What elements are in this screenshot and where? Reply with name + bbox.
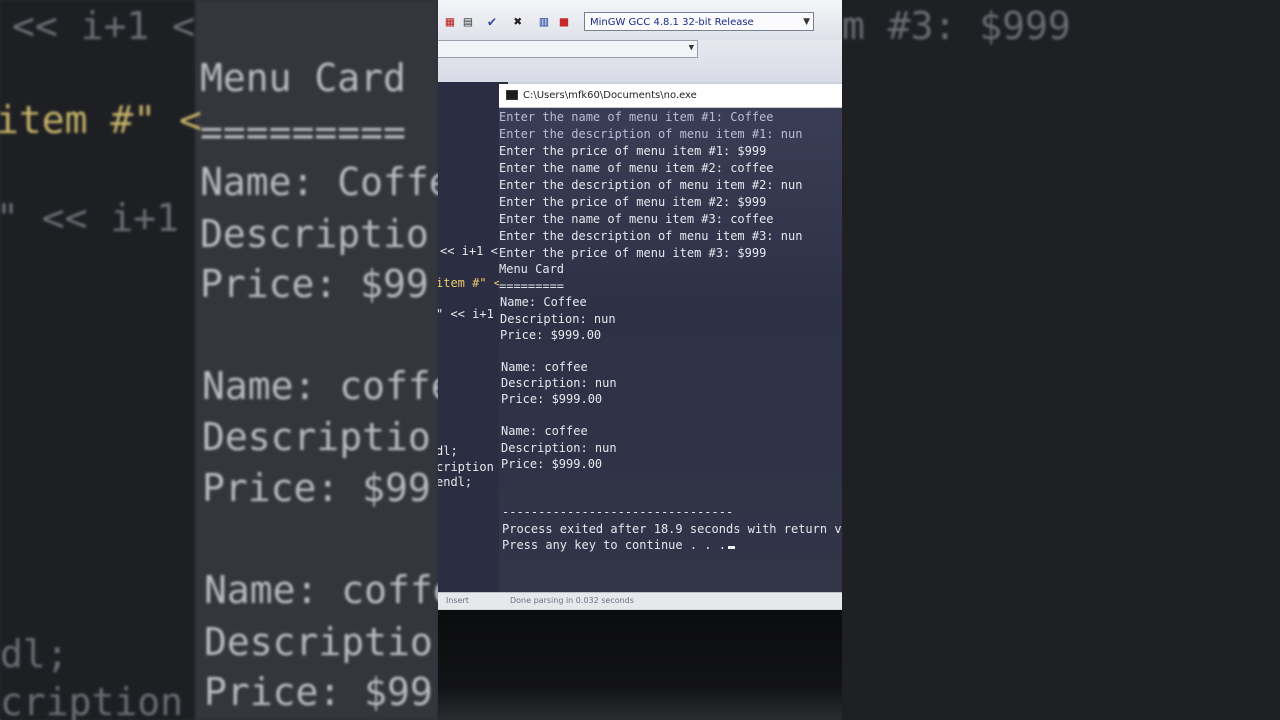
main-toolbar: ▦ ▤ ✔ ✖ ▥ ■ MinGW GCC 4.8.1 32-bit Relea… bbox=[438, 0, 842, 41]
background-left-zoom: << i+1 < Menu Card item #" < ========= N… bbox=[0, 0, 438, 720]
scope-select[interactable]: ▼ bbox=[438, 40, 698, 58]
chevron-down-icon: ▼ bbox=[803, 17, 810, 27]
bg-text: Menu Card bbox=[200, 56, 406, 100]
phone-screen-view: ▦ ▤ ✔ ✖ ▥ ■ MinGW GCC 4.8.1 32-bit Relea… bbox=[438, 0, 842, 720]
grid-icon[interactable]: ▦ bbox=[442, 14, 458, 30]
check-icon[interactable]: ✔ bbox=[484, 14, 500, 30]
status-message: Done parsing in 0.032 seconds bbox=[510, 596, 634, 605]
bg-text: Name: Coffe bbox=[200, 160, 438, 204]
console-line: Price: $999.00 bbox=[501, 392, 603, 406]
console-line: Enter the price of menu item #1: $999 bbox=[499, 144, 767, 158]
bg-text: Descriptio bbox=[202, 415, 431, 459]
status-bar: Insert Done parsing in 0.032 seconds bbox=[438, 592, 842, 609]
compiler-select[interactable]: MinGW GCC 4.8.1 32-bit Release ▼ bbox=[584, 12, 814, 31]
grid-alt-icon[interactable]: ▤ bbox=[460, 14, 476, 30]
chevron-down-icon: ▼ bbox=[688, 43, 694, 53]
console-line: Process exited after 18.9 seconds with r… bbox=[502, 522, 842, 536]
bg-text: Descriptio bbox=[200, 212, 429, 256]
console-line: Enter the description of menu item #1: n… bbox=[499, 127, 803, 141]
background-right-zoom: m #3: $999 bbox=[842, 0, 1280, 720]
console-line: Enter the name of menu item #2: coffee bbox=[499, 161, 774, 175]
compiler-select-value: MinGW GCC 4.8.1 32-bit Release bbox=[590, 17, 754, 28]
code-line: dl; bbox=[438, 444, 458, 458]
console-line: Enter the price of menu item #2: $999 bbox=[499, 195, 767, 209]
bg-text: " << i+1 bbox=[0, 196, 180, 240]
chart-icon[interactable]: ▥ bbox=[536, 14, 552, 30]
console-prompt-line: Press any key to continue . . . bbox=[502, 538, 735, 552]
console-line: Name: Coffee bbox=[500, 295, 587, 309]
background-console-zoom bbox=[195, 0, 438, 720]
text-cursor bbox=[727, 546, 735, 549]
bg-text: << i+1 < bbox=[12, 4, 196, 48]
console-line: Description: nun bbox=[501, 441, 617, 455]
console-line: Enter the name of menu item #3: coffee bbox=[499, 212, 774, 226]
ide-window: ▦ ▤ ✔ ✖ ▥ ■ MinGW GCC 4.8.1 32-bit Relea… bbox=[438, 0, 842, 610]
console-line: Description: nun bbox=[501, 376, 617, 390]
console-line: Menu Card bbox=[499, 262, 565, 276]
console-title: C:\Users\mfk60\Documents\no.exe bbox=[523, 90, 697, 101]
bg-text: Name: coffe bbox=[202, 364, 438, 408]
status-mode: Insert bbox=[446, 596, 469, 605]
code-line: << i+1 < bbox=[440, 244, 498, 258]
console-line: Enter the name of menu item #1: Coffee bbox=[499, 110, 774, 124]
bg-text: cription bbox=[0, 680, 184, 720]
console-separator: -------------------------------- bbox=[502, 505, 734, 519]
bg-text: m #3: $999 bbox=[842, 4, 1071, 48]
bg-text: Price: $99 bbox=[200, 262, 429, 306]
bg-text: ========= bbox=[200, 110, 406, 154]
console-line: Enter the description of menu item #2: n… bbox=[499, 178, 803, 192]
close-icon[interactable]: ✖ bbox=[510, 14, 526, 30]
bg-text: dl; bbox=[0, 632, 69, 676]
code-line: " << i+1 bbox=[438, 307, 494, 321]
code-editor[interactable]: << i+1 < item #" < " << i+1 dl; cription… bbox=[438, 82, 508, 592]
console-line: Price: $999.00 bbox=[500, 328, 602, 342]
code-line: cription bbox=[438, 460, 494, 474]
stop-icon[interactable]: ■ bbox=[556, 14, 572, 30]
console-line: Name: coffee bbox=[501, 424, 588, 438]
console-icon bbox=[506, 90, 518, 100]
console-titlebar[interactable]: C:\Users\mfk60\Documents\no.exe bbox=[499, 84, 842, 108]
console-line: Name: coffee bbox=[501, 360, 588, 374]
bg-text: Price: $99 bbox=[204, 670, 433, 714]
code-line: item #" < bbox=[438, 276, 502, 290]
bg-text: item #" < bbox=[0, 98, 202, 142]
continue-prompt: Press any key to continue . . . bbox=[502, 538, 726, 552]
console-output[interactable]: Enter the name of menu item #1: Coffee E… bbox=[499, 108, 842, 603]
console-line: Price: $999.00 bbox=[501, 457, 603, 471]
bg-text: Name: coffe bbox=[204, 568, 438, 612]
console-line: ========= bbox=[499, 279, 565, 293]
monitor-bezel bbox=[438, 610, 842, 720]
console-line: Enter the price of menu item #3: $999 bbox=[499, 246, 767, 260]
bg-text: Price: $99 bbox=[202, 466, 431, 510]
console-line: Description: nun bbox=[500, 312, 616, 326]
secondary-toolbar: ▼ bbox=[438, 40, 842, 82]
bg-text: Descriptio bbox=[204, 620, 433, 664]
code-line: endl; bbox=[438, 475, 473, 489]
console-line: Enter the description of menu item #3: n… bbox=[499, 229, 803, 243]
